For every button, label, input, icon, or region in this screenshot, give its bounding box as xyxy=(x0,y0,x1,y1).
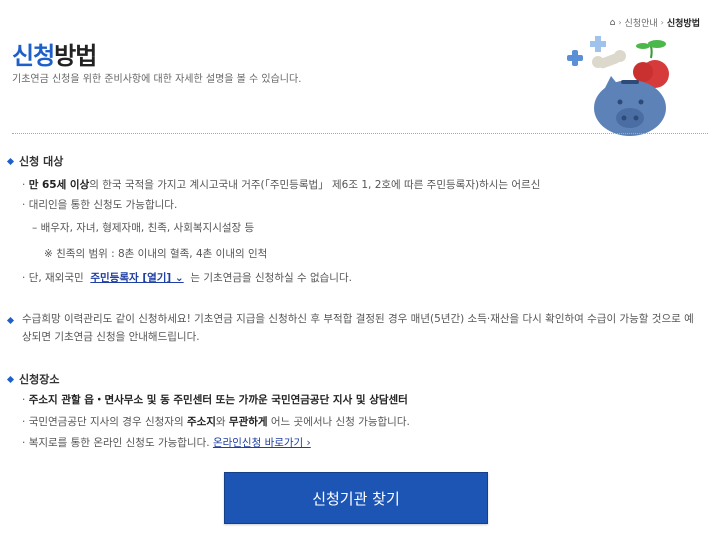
nps-mid: 와 xyxy=(215,416,229,428)
chevron-right-icon: › xyxy=(618,18,622,27)
home-icon[interactable]: ⌂ xyxy=(610,18,616,28)
bullet-diamond-icon xyxy=(6,316,15,325)
chevron-right-icon: › xyxy=(660,18,664,27)
bullet-diamond-icon xyxy=(6,375,15,383)
page-title: 신청방법 xyxy=(12,36,97,71)
breadcrumb-item[interactable]: 신청안내 xyxy=(625,16,658,29)
find-agency-button[interactable]: 신청기관 찾기 xyxy=(224,472,488,524)
target-line-overseas: · 단, 재외국민 주민등록자 [열기] ⌄ 는 기초연금을 신청하실 수 없습… xyxy=(22,272,352,284)
breadcrumb-current: 신청방법 xyxy=(666,19,700,29)
location-line-nps: · 국민연금공단 지사의 경우 신청자의 주소지와 무관하게 어느 곳에서나 신… xyxy=(22,416,410,428)
age-requirement: 만 65세 이상 xyxy=(28,179,90,191)
nps-pre: 국민연금공단 지사의 경우 신청자의 xyxy=(28,416,187,428)
nps-post: 어느 곳에서나 신청 가능합니다. xyxy=(267,416,410,428)
bullet-diamond-icon xyxy=(6,157,15,165)
piggy-bank-illustration xyxy=(567,36,669,136)
bone-shape-icon xyxy=(592,50,626,69)
page-subtitle: 기초연금 신청을 위한 준비사항에 대한 자세한 설명을 볼 수 있습니다. xyxy=(12,74,302,85)
office-list: 주소지 관할 읍・면사무소 및 동 주민센터 또는 가까운 국민연금공단 지사 … xyxy=(28,394,408,406)
section-heading-label: 신청 대상 xyxy=(19,155,64,168)
divider xyxy=(12,133,708,134)
age-requirement-rest: 의 한국 국적을 가지고 계시고국내 거주(「주민등록법」 제6조 1, 2호에… xyxy=(89,179,541,191)
target-line-relative-note: ※ 친족의 범위 : 8촌 이내의 혈족, 4촌 이내의 인척 xyxy=(44,248,268,260)
target-line-proxy: · 대리인을 통한 신청도 가능합니다. xyxy=(22,199,178,211)
title-rest: 방법 xyxy=(54,42,97,70)
proxy-text: 대리인을 통한 신청도 가능합니다. xyxy=(28,199,178,211)
nps-bold-address: 주소지 xyxy=(186,416,216,428)
title-accent: 신청 xyxy=(12,42,55,70)
location-line-online: · 복지로를 통한 온라인 신청도 가능합니다. 온라인신청 바로가기 › xyxy=(22,437,311,449)
overseas-post: 는 기초연금을 신청하실 수 없습니다. xyxy=(190,272,352,284)
target-line-proxy-list: – 배우자, 자녀, 형제자매, 친족, 사회복지시설장 등 xyxy=(32,222,255,234)
overseas-pre: 단, 재외국민 xyxy=(28,272,84,284)
history-management-note: 수급희망 이력관리도 같이 신청하세요! 기초연금 지급을 신청하신 후 부적합… xyxy=(22,313,694,343)
section-target-heading: 신청 대상 xyxy=(6,153,64,169)
section-location-heading: 신청장소 xyxy=(6,371,60,387)
section-history-bullet xyxy=(6,313,15,325)
breadcrumb: ⌂ › 신청안내 › 신청방법 xyxy=(610,16,700,30)
online-application-link[interactable]: 온라인신청 바로가기 › xyxy=(213,437,311,449)
target-line-age: · 만 65세 이상의 한국 국적을 가지고 계시고국내 거주(「주민등록법」 … xyxy=(22,179,541,191)
online-pre: 복지로를 통한 온라인 신청도 가능합니다. xyxy=(28,437,213,449)
section-heading-label: 신청장소 xyxy=(19,373,60,386)
blue-plus-icon xyxy=(567,50,583,66)
location-line-offices: · 주소지 관할 읍・면사무소 및 동 주민센터 또는 가까운 국민연금공단 지… xyxy=(22,394,408,406)
resident-registration-toggle[interactable]: 주민등록자 [열기] ⌄ xyxy=(90,272,183,284)
nps-bold-regardless: 무관하게 xyxy=(228,416,268,428)
